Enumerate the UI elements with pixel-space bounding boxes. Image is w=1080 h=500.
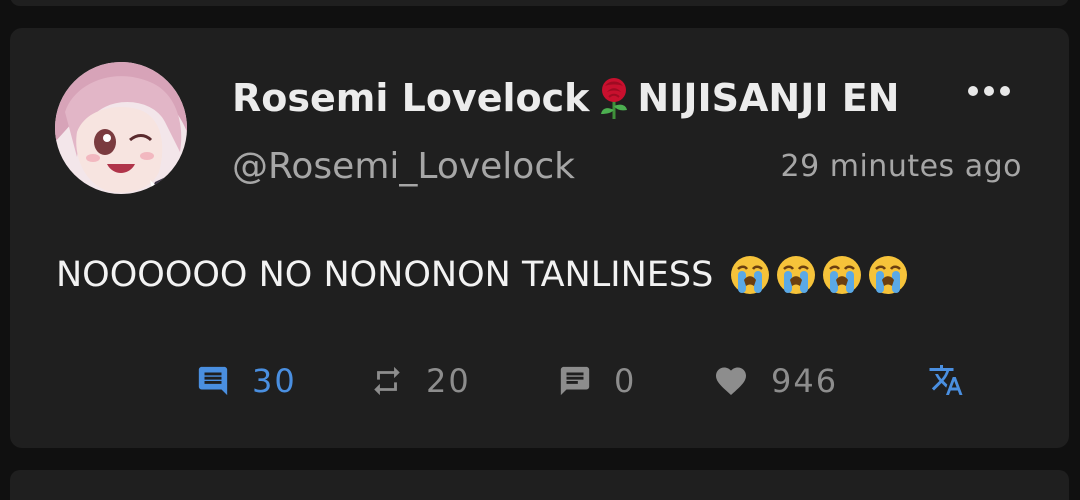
loudly-crying-face-icon	[731, 256, 770, 294]
like-count: 946	[771, 362, 839, 400]
loudly-crying-face-icon	[869, 256, 908, 294]
translate-button[interactable]	[928, 362, 964, 398]
retweet-count: 20	[426, 362, 471, 400]
post-text-body: NOOOOOO NO NONONON TANLINESS	[56, 255, 714, 295]
previous-card-edge	[10, 0, 1069, 6]
display-name-second: NIJISANJI EN	[637, 76, 900, 120]
translate-icon	[929, 365, 963, 395]
avatar[interactable]	[55, 62, 187, 194]
display-name[interactable]: Rosemi Lovelock NIJISANJI EN	[232, 76, 899, 120]
more-options-icon[interactable]	[968, 86, 1010, 96]
post-text: NOOOOOO NO NONONON TANLINESS	[56, 254, 909, 296]
reply-button[interactable]: 30	[196, 362, 297, 400]
rose-icon	[593, 76, 635, 120]
action-bar: 30 20 0 946	[10, 362, 1069, 404]
loudly-crying-face-icon	[823, 256, 862, 294]
post-card[interactable]: Rosemi Lovelock NIJISANJI EN @Rosemi_Lov…	[10, 28, 1069, 448]
crying-emojis	[729, 254, 909, 296]
display-name-first: Rosemi Lovelock	[232, 76, 590, 120]
retweet-icon	[374, 366, 400, 396]
quote-icon	[560, 366, 590, 396]
reply-count: 30	[252, 362, 297, 400]
heart-icon	[716, 367, 746, 396]
quote-button[interactable]: 0	[558, 362, 636, 400]
post-timestamp[interactable]: 29 minutes ago	[781, 149, 1022, 184]
user-handle[interactable]: @Rosemi_Lovelock	[232, 146, 575, 187]
like-button[interactable]: 946	[713, 362, 838, 400]
comment-icon	[198, 366, 228, 396]
quote-count: 0	[614, 362, 637, 400]
next-card-edge	[10, 470, 1069, 500]
retweet-button[interactable]: 20	[370, 362, 471, 400]
loudly-crying-face-icon	[777, 256, 816, 294]
